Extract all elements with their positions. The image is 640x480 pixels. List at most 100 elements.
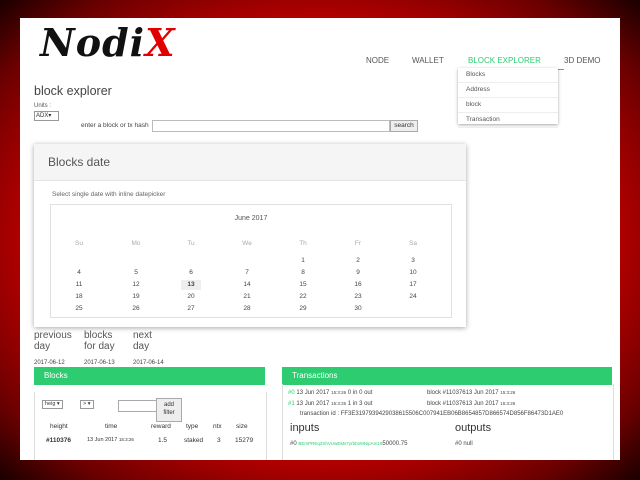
col-type: type <box>186 423 199 430</box>
calendar-day[interactable]: 3 <box>403 256 423 266</box>
tx-block-1[interactable]: block #11037613 Jun 2017 15:3:26 <box>427 401 515 407</box>
calendar-day[interactable]: 4 <box>69 268 89 278</box>
calendar-day[interactable]: 9 <box>348 268 368 278</box>
calendar-day[interactable]: 21 <box>237 292 257 302</box>
tx-row-1[interactable]: #1 13 Jun 2017 15:3:26 1 in 3 out <box>288 401 372 407</box>
tx-io: 0 in 0 out <box>347 390 373 396</box>
tx-block-time: 15:3:26 <box>500 401 516 406</box>
nav-block-explorer[interactable]: BLOCK EXPLORER <box>468 56 541 65</box>
calendar-week: 11 12 13 14 15 16 17 <box>51 280 451 292</box>
calendar-weekdays: Su Mo Tu We Th Fr Sa <box>51 239 451 251</box>
calendar-day[interactable]: 5 <box>126 268 146 278</box>
calendar-day[interactable]: 30 <box>348 304 368 314</box>
tx-block-label: block #11037613 Jun 2017 <box>427 401 499 407</box>
calendar-day[interactable]: 26 <box>126 304 146 314</box>
output-row-0: #0 null <box>455 441 473 447</box>
calendar-day[interactable]: 17 <box>403 280 423 290</box>
input-index: #0 <box>290 441 297 447</box>
filter-input[interactable] <box>118 400 158 412</box>
nav-wallet[interactable]: WALLET <box>412 56 444 65</box>
dropdown-item-block[interactable]: block <box>458 98 558 113</box>
nodix-logo[interactable]: NodiX <box>40 20 200 65</box>
calendar-day[interactable]: 22 <box>293 292 313 302</box>
calendar-day[interactable]: 6 <box>181 268 201 278</box>
search-label: enter a block or tx hash <box>81 122 149 129</box>
col-ntx: ntx <box>213 423 222 430</box>
calendar-day[interactable]: 29 <box>293 304 313 314</box>
tx-index[interactable]: #0 <box>288 390 295 396</box>
next-day-link[interactable]: next day <box>133 330 152 352</box>
txid-label: transaction id : <box>300 411 340 417</box>
sort-field-select[interactable]: heig ▾ <box>42 400 63 409</box>
blocks-for-day-line2: for day <box>84 341 115 352</box>
nav-3d-demo[interactable]: 3D DEMO <box>564 56 600 65</box>
calendar-day[interactable]: 11 <box>69 280 89 290</box>
col-reward: reward <box>151 423 171 430</box>
input-amount: 50000.75 <box>382 441 408 447</box>
weekday-label: Sa <box>409 240 417 247</box>
blocks-date-card: Blocks date Select single date with inli… <box>34 144 466 327</box>
tx-index[interactable]: #1 <box>288 401 295 407</box>
tx-block-time: 15:3:26 <box>500 390 516 395</box>
input-row-0: #0 BEmPREq3XhVUwEMs7yrbbnMNipAm1950000.7… <box>290 441 407 447</box>
inputs-title: inputs <box>290 422 320 434</box>
calendar-day[interactable]: 14 <box>237 280 257 290</box>
outputs-title: outputs <box>455 422 492 434</box>
block-explorer-dropdown: Blocks Address block Transaction <box>458 68 558 128</box>
calendar-day[interactable]: 7 <box>237 268 257 278</box>
tx-date: 13 Jun 2017 <box>296 390 330 396</box>
units-select[interactable]: ADX▾ <box>34 111 59 121</box>
txid-value: FF3E3197939429038615506C007941EB06B86548… <box>340 411 564 417</box>
calendar-week: 18 19 20 21 22 23 24 <box>51 292 451 304</box>
row-time-clock: 15:3:26 <box>118 437 134 442</box>
calendar-week: 4 5 6 7 8 9 10 <box>51 268 451 280</box>
calendar-day[interactable]: 10 <box>403 268 423 278</box>
input-address[interactable]: BEmPREq3XhVUwEMs7yrbbnMNipAm19 <box>298 441 382 446</box>
row-reward: 1.5 <box>158 437 168 444</box>
calendar-day[interactable]: 20 <box>181 292 201 302</box>
dropdown-item-address[interactable]: Address <box>458 83 558 98</box>
search-button[interactable]: search <box>390 120 418 132</box>
tx-block-0[interactable]: block #11037613 Jun 2017 15:3:26 <box>427 390 515 396</box>
calendar-week: 1 2 3 <box>51 256 451 268</box>
transaction-id: transaction id : FF3E3197939429038615506… <box>300 411 563 417</box>
units-value: ADX <box>36 113 49 119</box>
next-day-line1: next <box>133 330 152 341</box>
datepicker: June 2017 Su Mo Tu We Th Fr Sa 1 2 3 4 5 6 7 8 9 10 11 12 1… <box>50 204 452 318</box>
calendar-day[interactable]: 16 <box>348 280 368 290</box>
dropdown-item-blocks[interactable]: Blocks <box>458 68 558 83</box>
calendar-day[interactable]: 8 <box>293 268 313 278</box>
calendar-day[interactable]: 1 <box>293 256 313 266</box>
calendar-day[interactable]: 27 <box>181 304 201 314</box>
calendar-day[interactable]: 19 <box>126 292 146 302</box>
operator-value: > <box>83 401 87 407</box>
col-time: time <box>105 423 118 430</box>
calendar-day[interactable]: 24 <box>403 292 423 302</box>
weekday-label: Tu <box>187 240 195 247</box>
col-size: size <box>236 423 248 430</box>
calendar-day-selected[interactable]: 13 <box>181 280 201 290</box>
row-height[interactable]: #110376 <box>46 437 71 444</box>
dropdown-item-transaction[interactable]: Transaction <box>458 113 558 128</box>
calendar-day[interactable]: 15 <box>293 280 313 290</box>
calendar-day[interactable]: 28 <box>237 304 257 314</box>
previous-day-link[interactable]: previous day <box>34 330 72 352</box>
calendar-day[interactable]: 18 <box>69 292 89 302</box>
row-time-date: 13 Jun 2017 <box>87 437 118 443</box>
calendar-day[interactable]: 12 <box>126 280 146 290</box>
units-label: Units : <box>34 103 52 109</box>
blocks-for-day-link[interactable]: blocks for day <box>84 330 115 352</box>
calendar-day[interactable]: 25 <box>69 304 89 314</box>
search-input[interactable] <box>152 120 390 132</box>
operator-select[interactable]: > ▾ <box>80 400 94 409</box>
weekday-label: Fr <box>354 240 362 247</box>
sort-field-value: heig <box>45 401 56 407</box>
tx-row-0[interactable]: #0 13 Jun 2017 15:3:26 0 in 0 out <box>288 390 372 396</box>
weekday-label: Mo <box>131 240 141 247</box>
calendar-day[interactable]: 23 <box>348 292 368 302</box>
tx-time: 15:3:26 <box>331 390 347 395</box>
blocks-panel-header: Blocks <box>34 367 265 385</box>
calendar-day[interactable]: 2 <box>348 256 368 266</box>
nav-node[interactable]: NODE <box>366 56 389 65</box>
add-filter-button[interactable]: add filter <box>156 398 182 422</box>
